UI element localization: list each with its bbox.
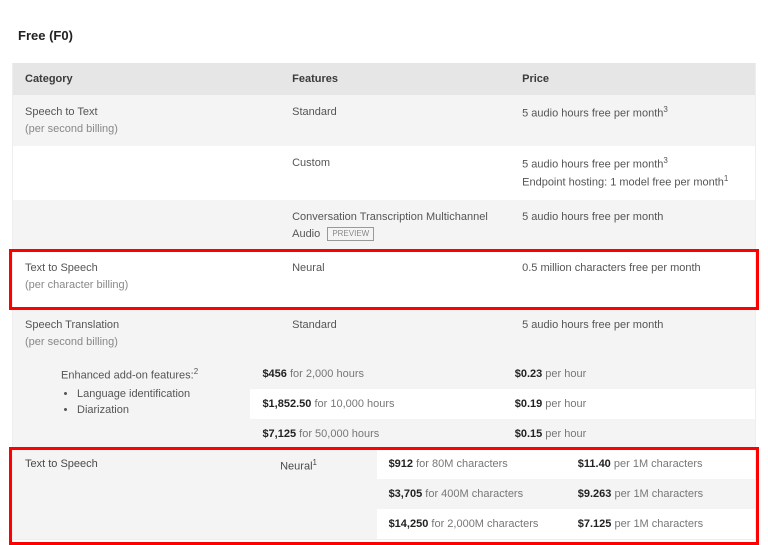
- addon-price-grid: $456 for 2,000 hours $0.23 per hour $1,8…: [250, 359, 755, 449]
- tts2-rate-1: $9.263: [578, 488, 612, 500]
- stt-billing-note: (per second billing): [25, 121, 268, 138]
- tts2-unit-2: per 1M characters: [614, 518, 703, 530]
- addon-unit-2: per hour: [545, 428, 586, 440]
- tts2-category: Text to Speech: [25, 458, 268, 470]
- addon-title: Enhanced add-on features:: [61, 370, 194, 382]
- addon-rate-1: $0.19: [515, 398, 543, 410]
- stt-standard-feature: Standard: [280, 95, 510, 130]
- section-text-to-speech: Text to Speech (per character billing) N…: [13, 251, 755, 308]
- addon-rate-2: $0.15: [515, 428, 543, 440]
- tts-category: Text to Speech: [25, 260, 268, 277]
- tts2-for-2: for 2,000M characters: [431, 518, 538, 530]
- tts-price: 0.5 million characters free per month: [510, 251, 755, 286]
- tts-billing-note: (per character billing): [25, 277, 268, 294]
- addon-for-1: for 10,000 hours: [314, 398, 394, 410]
- stt-conv-feature: Conversation Transcription Multichannel …: [292, 211, 488, 240]
- addon-unit-0: per hour: [545, 368, 586, 380]
- trans-price: 5 audio hours free per month: [510, 308, 755, 343]
- tts2-unit-1: per 1M characters: [614, 488, 703, 500]
- tts-feature: Neural: [280, 251, 510, 286]
- addon-unit-1: per hour: [545, 398, 586, 410]
- tts2-rate-0: $11.40: [578, 458, 611, 470]
- stt-custom-price2: Endpoint hosting: 1 model free per month: [522, 177, 724, 189]
- tts2-for-0: for 80M characters: [416, 458, 508, 470]
- addon-amt-2: $7,125: [262, 428, 296, 440]
- section-text-to-speech-paid: Text to Speech Neural1 $912 for 80M char…: [13, 449, 755, 539]
- section-addon: Enhanced add-on features:2 Language iden…: [13, 359, 755, 449]
- header-price: Price: [510, 63, 755, 95]
- tts2-for-1: for 400M characters: [425, 488, 523, 500]
- tier-title: Free (F0): [18, 28, 756, 43]
- tts2-amt-0: $912: [389, 458, 413, 470]
- stt-standard-price: 5 audio hours free per month: [522, 108, 663, 120]
- tts2-amt-2: $14,250: [389, 518, 429, 530]
- stt-category: Speech to Text: [25, 104, 268, 121]
- trans-billing-note: (per second billing): [25, 334, 268, 351]
- addon-bullet-2: Diarization: [77, 404, 238, 416]
- table-header: Category Features Price: [13, 63, 755, 95]
- addon-amt-0: $456: [262, 368, 286, 380]
- stt-custom-feature: Custom: [280, 146, 510, 181]
- addon-for-0: for 2,000 hours: [290, 368, 364, 380]
- section-speech-to-text: Speech to Text (per second billing) Stan…: [13, 95, 755, 251]
- addon-bullet-1: Language identification: [77, 388, 238, 400]
- addon-amt-1: $1,852.50: [262, 398, 311, 410]
- section-speech-translation: Speech Translation (per second billing) …: [13, 308, 755, 359]
- tts2-unit-0: per 1M characters: [614, 458, 703, 470]
- header-features: Features: [280, 63, 510, 95]
- stt-conv-price: 5 audio hours free per month: [510, 200, 755, 235]
- trans-feature: Standard: [280, 308, 510, 343]
- tts2-amt-1: $3,705: [389, 488, 423, 500]
- tts2-rate-2: $7.125: [578, 518, 612, 530]
- tts2-feature: Neural: [280, 461, 312, 473]
- preview-badge: PREVIEW: [327, 227, 374, 241]
- addon-for-2: for 50,000 hours: [299, 428, 379, 440]
- stt-custom-price1: 5 audio hours free per month: [522, 159, 663, 171]
- header-category: Category: [13, 63, 280, 95]
- trans-category: Speech Translation: [25, 317, 268, 334]
- addon-rate-0: $0.23: [515, 368, 543, 380]
- pricing-table: Category Features Price Speech to Text (…: [12, 63, 756, 540]
